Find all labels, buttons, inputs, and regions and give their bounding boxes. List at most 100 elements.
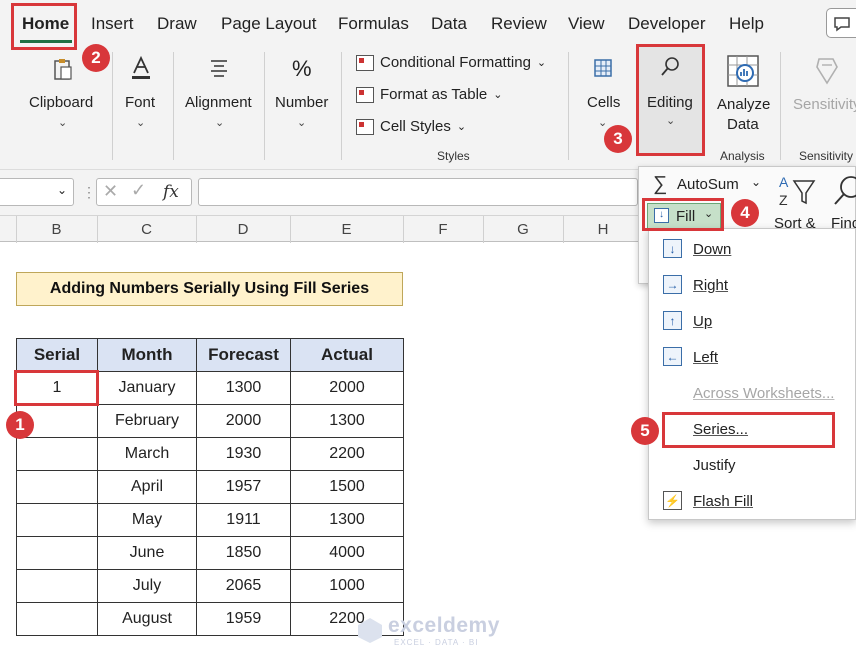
highlight-fill-button bbox=[642, 198, 724, 231]
table-row: February 2000 1300 bbox=[16, 404, 404, 438]
cell-serial[interactable] bbox=[16, 437, 98, 471]
fill-up-icon: ↑ bbox=[663, 311, 682, 330]
conditional-formatting-label: Conditional Formatting bbox=[380, 54, 531, 71]
cell-month[interactable]: July bbox=[97, 569, 197, 603]
cell-actual[interactable]: 1500 bbox=[290, 470, 404, 504]
clipboard-icon bbox=[50, 56, 76, 82]
conditional-formatting-button[interactable]: Conditional Formatting ⌄ bbox=[356, 54, 546, 71]
column-header-g[interactable]: G bbox=[483, 221, 563, 238]
analyze-data-button[interactable]: Analyze bbox=[717, 96, 770, 113]
highlight-series-item bbox=[662, 412, 835, 448]
tab-review[interactable]: Review bbox=[491, 14, 547, 34]
cell-forecast[interactable]: 2000 bbox=[196, 404, 291, 438]
cell-serial[interactable] bbox=[16, 470, 98, 504]
cell-month[interactable]: February bbox=[97, 404, 197, 438]
font-button[interactable]: Font bbox=[125, 94, 155, 111]
menu-bar: Home Insert Draw Page Layout Formulas Da… bbox=[0, 0, 856, 46]
cell-actual[interactable]: 2200 bbox=[290, 602, 404, 636]
chevron-down-icon: ⌄ bbox=[598, 117, 608, 129]
cell-actual[interactable]: 1300 bbox=[290, 503, 404, 537]
cell-forecast[interactable]: 1850 bbox=[196, 536, 291, 570]
cell-actual[interactable]: 4000 bbox=[290, 536, 404, 570]
menu-item-right[interactable]: Right bbox=[693, 277, 728, 294]
autosum-button[interactable]: AutoSum bbox=[677, 176, 739, 193]
column-header-b[interactable]: B bbox=[16, 221, 97, 238]
format-as-table-button[interactable]: Format as Table ⌄ bbox=[356, 86, 503, 103]
cell-forecast[interactable]: 2065 bbox=[196, 569, 291, 603]
menu-item-justify[interactable]: Justify bbox=[693, 457, 736, 474]
tab-developer[interactable]: Developer bbox=[628, 14, 706, 34]
cell-serial[interactable] bbox=[16, 503, 98, 537]
formula-actions: ✕ ✓ fx bbox=[96, 178, 192, 206]
cell-forecast[interactable]: 1959 bbox=[196, 602, 291, 636]
cell-forecast[interactable]: 1957 bbox=[196, 470, 291, 504]
clipboard-button[interactable]: Clipboard bbox=[29, 94, 93, 111]
watermark-name: exceldemy bbox=[388, 614, 500, 637]
insert-function-button[interactable]: fx bbox=[163, 182, 179, 202]
cells-icon bbox=[590, 56, 616, 80]
cell-styles-button[interactable]: Cell Styles ⌄ bbox=[356, 118, 466, 135]
menu-item-left[interactable]: Left bbox=[693, 349, 718, 366]
font-icon bbox=[128, 54, 154, 82]
column-header-d[interactable]: D bbox=[196, 221, 290, 238]
menu-item-down[interactable]: Down bbox=[693, 241, 731, 258]
chevron-down-icon: ⌄ bbox=[493, 89, 503, 101]
cell-actual[interactable]: 2200 bbox=[290, 437, 404, 471]
alignment-button[interactable]: Alignment bbox=[185, 94, 252, 111]
cell-forecast[interactable]: 1930 bbox=[196, 437, 291, 471]
menu-item-flash-fill[interactable]: Flash Fill bbox=[693, 493, 753, 510]
table-row: August 1959 2200 bbox=[16, 602, 404, 636]
highlight-editing-button bbox=[636, 44, 705, 156]
tab-formulas[interactable]: Formulas bbox=[338, 14, 409, 34]
sensitivity-button[interactable]: Sensitivity bbox=[793, 96, 856, 113]
header-forecast[interactable]: Forecast bbox=[196, 338, 291, 372]
table-row: April 1957 1500 bbox=[16, 470, 404, 504]
confirm-icon[interactable]: ✓ bbox=[131, 180, 146, 201]
format-as-table-icon bbox=[356, 86, 374, 103]
cell-serial[interactable] bbox=[16, 536, 98, 570]
column-header-h[interactable]: H bbox=[563, 221, 643, 238]
chevron-down-icon: ⌄ bbox=[136, 117, 146, 129]
header-month[interactable]: Month bbox=[97, 338, 197, 372]
cell-month[interactable]: April bbox=[97, 470, 197, 504]
cell-actual[interactable]: 1000 bbox=[290, 569, 404, 603]
menu-item-across-worksheets: Across Worksheets... bbox=[693, 385, 835, 402]
tab-help[interactable]: Help bbox=[729, 14, 764, 34]
chevron-down-icon: ⌄ bbox=[58, 117, 68, 129]
cell-styles-label: Cell Styles bbox=[380, 118, 451, 135]
cell-month[interactable]: March bbox=[97, 437, 197, 471]
fill-submenu: ↓ Down → Right ↑ Up ← Left Across Worksh… bbox=[648, 228, 856, 520]
name-box[interactable]: ⌄ bbox=[0, 178, 74, 206]
tab-data[interactable]: Data bbox=[431, 14, 467, 34]
cell-serial[interactable] bbox=[16, 602, 98, 636]
step-badge-5: 5 bbox=[631, 417, 659, 445]
cells-button[interactable]: Cells bbox=[587, 94, 620, 111]
formula-input[interactable] bbox=[198, 178, 638, 206]
format-as-table-label: Format as Table bbox=[380, 86, 488, 103]
cell-month[interactable]: June bbox=[97, 536, 197, 570]
column-header-e[interactable]: E bbox=[290, 221, 403, 238]
cell-month[interactable]: May bbox=[97, 503, 197, 537]
number-button[interactable]: Number bbox=[275, 94, 328, 111]
cell-month[interactable]: January bbox=[97, 371, 197, 405]
comments-button[interactable] bbox=[826, 8, 856, 38]
column-header-c[interactable]: C bbox=[97, 221, 196, 238]
conditional-formatting-icon bbox=[356, 54, 374, 71]
tab-draw[interactable]: Draw bbox=[157, 14, 197, 34]
header-serial[interactable]: Serial bbox=[16, 338, 98, 372]
tab-view[interactable]: View bbox=[568, 14, 605, 34]
styles-group-label: Styles bbox=[437, 149, 470, 163]
tab-insert[interactable]: Insert bbox=[91, 14, 134, 34]
cell-forecast[interactable]: 1300 bbox=[196, 371, 291, 405]
header-actual[interactable]: Actual bbox=[290, 338, 404, 372]
cell-actual[interactable]: 1300 bbox=[290, 404, 404, 438]
column-header-f[interactable]: F bbox=[403, 221, 483, 238]
menu-item-up[interactable]: Up bbox=[693, 313, 712, 330]
cancel-icon[interactable]: ✕ bbox=[103, 181, 118, 202]
cell-forecast[interactable]: 1911 bbox=[196, 503, 291, 537]
cell-actual[interactable]: 2000 bbox=[290, 371, 404, 405]
cell-serial[interactable] bbox=[16, 569, 98, 603]
sort-filter-icon: AZ bbox=[777, 171, 817, 213]
tab-page-layout[interactable]: Page Layout bbox=[221, 14, 316, 34]
cell-month[interactable]: August bbox=[97, 602, 197, 636]
